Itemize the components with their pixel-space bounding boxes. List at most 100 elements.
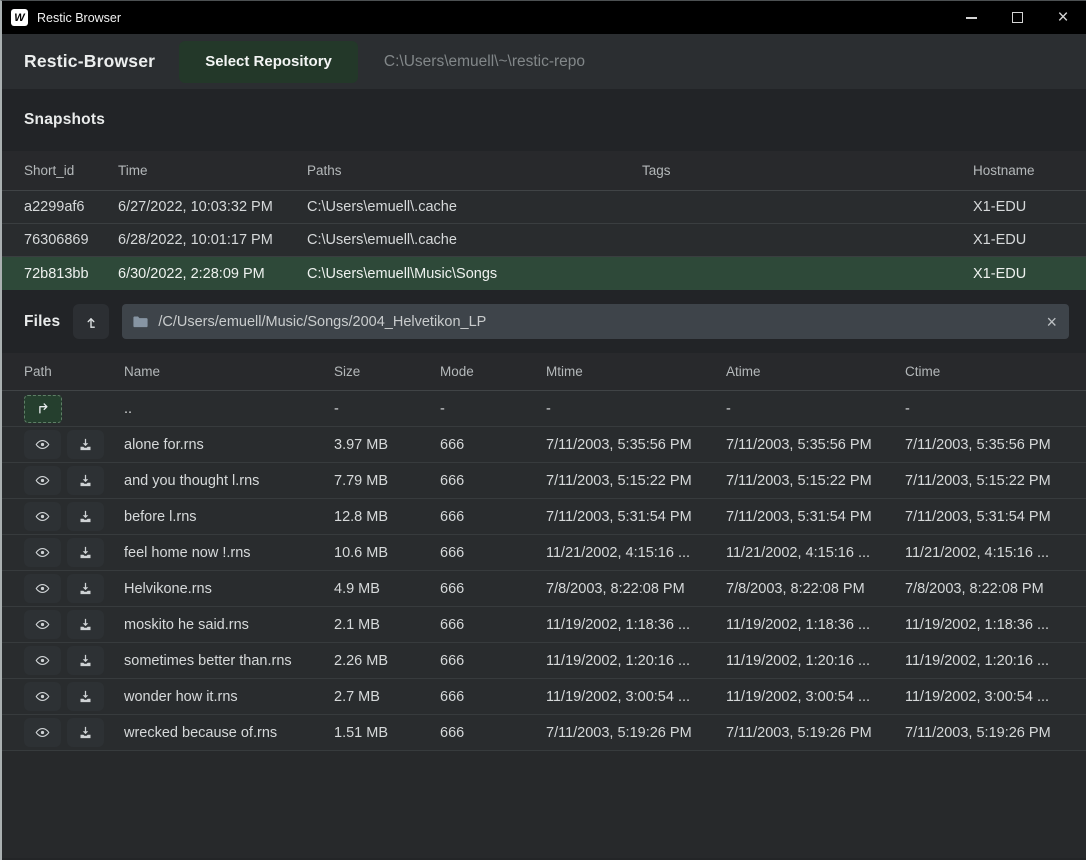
file-atime: 7/11/2003, 5:15:22 PM bbox=[726, 473, 905, 489]
file-atime: 7/11/2003, 5:31:54 PM bbox=[726, 509, 905, 525]
eye-icon bbox=[34, 473, 51, 488]
snapshot-hostname: X1-EDU bbox=[973, 232, 1086, 248]
snapshot-row[interactable]: a2299af6 6/27/2022, 10:03:32 PM C:\Users… bbox=[2, 191, 1086, 224]
snapshot-hostname: X1-EDU bbox=[973, 266, 1086, 282]
file-atime: - bbox=[726, 401, 905, 417]
snapshot-row-selected[interactable]: 72b813bb 6/30/2022, 2:28:09 PM C:\Users\… bbox=[2, 257, 1086, 290]
file-name: wonder how it.rns bbox=[124, 689, 334, 705]
eye-icon bbox=[34, 653, 51, 668]
file-row[interactable]: and you thought l.rns 7.79 MB 666 7/11/2… bbox=[2, 463, 1086, 499]
window-title: Restic Browser bbox=[37, 11, 121, 25]
download-file-button[interactable] bbox=[67, 538, 104, 567]
minimize-button[interactable] bbox=[948, 1, 994, 34]
app-window-icon: W bbox=[11, 9, 28, 26]
download-icon bbox=[78, 437, 93, 452]
snapshot-short-id: 76306869 bbox=[24, 232, 118, 248]
download-icon bbox=[78, 581, 93, 596]
file-name: Helvikone.rns bbox=[124, 581, 334, 597]
file-ctime: 7/11/2003, 5:31:54 PM bbox=[905, 509, 1086, 525]
path-text-field[interactable] bbox=[158, 314, 1044, 330]
download-file-button[interactable] bbox=[67, 430, 104, 459]
file-atime: 7/11/2003, 5:35:56 PM bbox=[726, 437, 905, 453]
select-repository-button[interactable]: Select Repository bbox=[179, 41, 358, 83]
download-file-button[interactable] bbox=[67, 646, 104, 675]
file-row[interactable]: before l.rns 12.8 MB 666 7/11/2003, 5:31… bbox=[2, 499, 1086, 535]
close-button[interactable]: × bbox=[1040, 1, 1086, 34]
snapshot-short-id: 72b813bb bbox=[24, 266, 118, 282]
file-ctime: 11/19/2002, 1:18:36 ... bbox=[905, 617, 1086, 633]
snapshot-paths: C:\Users\emuell\Music\Songs bbox=[307, 266, 642, 282]
download-icon bbox=[78, 689, 93, 704]
file-name: feel home now !.rns bbox=[124, 545, 334, 561]
file-row[interactable]: sometimes better than.rns 2.26 MB 666 11… bbox=[2, 643, 1086, 679]
file-size: 2.1 MB bbox=[334, 617, 440, 633]
file-name: and you thought l.rns bbox=[124, 473, 334, 489]
file-atime: 11/19/2002, 1:18:36 ... bbox=[726, 617, 905, 633]
download-file-button[interactable] bbox=[67, 574, 104, 603]
preview-file-button[interactable] bbox=[24, 502, 61, 531]
download-icon bbox=[78, 473, 93, 488]
column-hostname: Hostname bbox=[973, 163, 1086, 178]
download-file-button[interactable] bbox=[67, 610, 104, 639]
file-size: 7.79 MB bbox=[334, 473, 440, 489]
empty-area bbox=[2, 751, 1086, 858]
file-mtime: 7/11/2003, 5:31:54 PM bbox=[546, 509, 726, 525]
file-atime: 11/19/2002, 1:20:16 ... bbox=[726, 653, 905, 669]
up-level-icon bbox=[83, 314, 99, 330]
column-size: Size bbox=[334, 364, 440, 379]
eye-icon bbox=[34, 545, 51, 560]
file-mode: 666 bbox=[440, 545, 546, 561]
app-title: Restic-Browser bbox=[24, 51, 155, 72]
go-parent-directory-button[interactable] bbox=[73, 304, 109, 339]
download-file-button[interactable] bbox=[67, 502, 104, 531]
snapshot-row[interactable]: 76306869 6/28/2022, 10:01:17 PM C:\Users… bbox=[2, 224, 1086, 257]
file-mtime: - bbox=[546, 401, 726, 417]
file-name: .. bbox=[124, 401, 334, 417]
file-row[interactable]: moskito he said.rns 2.1 MB 666 11/19/200… bbox=[2, 607, 1086, 643]
file-row[interactable]: Helvikone.rns 4.9 MB 666 7/8/2003, 8:22:… bbox=[2, 571, 1086, 607]
snapshot-time: 6/27/2022, 10:03:32 PM bbox=[118, 199, 307, 215]
file-mode: - bbox=[440, 401, 546, 417]
maximize-button[interactable] bbox=[994, 1, 1040, 34]
file-path-input[interactable]: × bbox=[122, 304, 1069, 339]
download-file-button[interactable] bbox=[67, 718, 104, 747]
preview-file-button[interactable] bbox=[24, 610, 61, 639]
file-mtime: 7/11/2003, 5:15:22 PM bbox=[546, 473, 726, 489]
file-mtime: 7/8/2003, 8:22:08 PM bbox=[546, 581, 726, 597]
snapshots-title: Snapshots bbox=[24, 111, 105, 129]
file-size: - bbox=[334, 401, 440, 417]
eye-icon bbox=[34, 617, 51, 632]
snapshot-paths: C:\Users\emuell\.cache bbox=[307, 199, 642, 215]
download-icon bbox=[78, 725, 93, 740]
file-row[interactable]: alone for.rns 3.97 MB 666 7/11/2003, 5:3… bbox=[2, 427, 1086, 463]
snapshot-hostname: X1-EDU bbox=[973, 199, 1086, 215]
files-section-header: Files × bbox=[2, 290, 1086, 353]
file-row[interactable]: wrecked because of.rns 1.51 MB 666 7/11/… bbox=[2, 715, 1086, 751]
file-name: before l.rns bbox=[124, 509, 334, 525]
eye-icon bbox=[34, 725, 51, 740]
parent-directory-row[interactable]: .. - - - - - bbox=[2, 391, 1086, 427]
preview-file-button[interactable] bbox=[24, 538, 61, 567]
preview-file-button[interactable] bbox=[24, 574, 61, 603]
clear-path-button[interactable]: × bbox=[1044, 313, 1059, 331]
file-row[interactable]: feel home now !.rns 10.6 MB 666 11/21/20… bbox=[2, 535, 1086, 571]
preview-file-button[interactable] bbox=[24, 466, 61, 495]
file-ctime: - bbox=[905, 401, 1086, 417]
up-directory-button[interactable] bbox=[24, 395, 62, 423]
download-file-button[interactable] bbox=[67, 466, 104, 495]
download-file-button[interactable] bbox=[67, 682, 104, 711]
file-row[interactable]: wonder how it.rns 2.7 MB 666 11/19/2002,… bbox=[2, 679, 1086, 715]
eye-icon bbox=[34, 509, 51, 524]
preview-file-button[interactable] bbox=[24, 682, 61, 711]
folder-icon bbox=[132, 314, 149, 329]
column-paths: Paths bbox=[307, 163, 642, 178]
file-ctime: 11/19/2002, 3:00:54 ... bbox=[905, 689, 1086, 705]
snapshots-section-header: Snapshots bbox=[2, 89, 1086, 151]
preview-file-button[interactable] bbox=[24, 430, 61, 459]
preview-file-button[interactable] bbox=[24, 646, 61, 675]
eye-icon bbox=[34, 581, 51, 596]
snapshot-time: 6/28/2022, 10:01:17 PM bbox=[118, 232, 307, 248]
file-mtime: 7/11/2003, 5:35:56 PM bbox=[546, 437, 726, 453]
preview-file-button[interactable] bbox=[24, 718, 61, 747]
column-mtime: Mtime bbox=[546, 364, 726, 379]
